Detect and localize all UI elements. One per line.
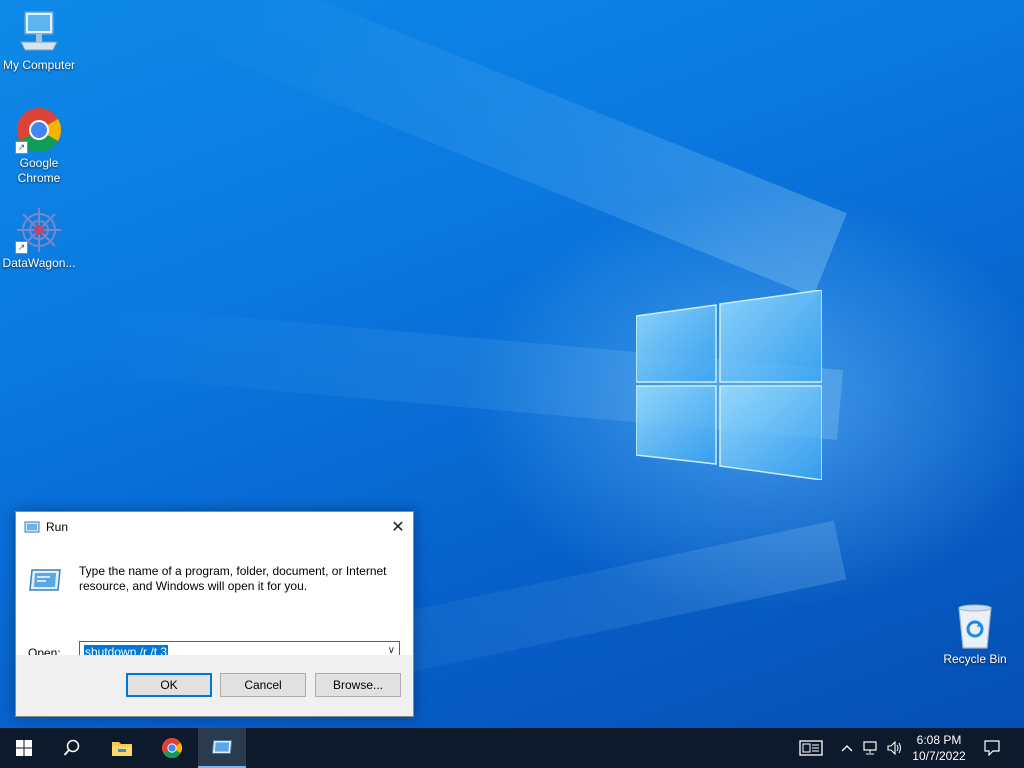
run-footer: OK Cancel Browse... (16, 655, 413, 716)
file-explorer-icon (112, 742, 132, 756)
clock-date: 10/7/2022 (912, 749, 966, 763)
taskbar-chrome[interactable] (148, 728, 196, 768)
chrome-icon: ↗ (15, 106, 63, 154)
network-icon (863, 741, 877, 755)
light-beam (182, 0, 847, 297)
volume-button[interactable] (884, 728, 906, 768)
run-body: Type the name of a program, folder, docu… (16, 542, 413, 664)
run-title: Run (46, 520, 69, 534)
shortcut-arrow-icon: ↗ (15, 241, 28, 254)
ok-button[interactable]: OK (126, 673, 212, 697)
search-button[interactable] (48, 728, 96, 768)
taskbar-run[interactable] (198, 728, 246, 768)
taskbar-file-explorer[interactable] (98, 728, 146, 768)
run-icon (211, 740, 233, 754)
chrome-icon (161, 737, 183, 759)
news-icon (799, 740, 823, 756)
cancel-button[interactable]: Cancel (220, 673, 306, 697)
action-center-button[interactable] (978, 728, 1006, 768)
desktop-icon-my-computer[interactable]: My Computer (0, 8, 78, 73)
volume-icon (887, 741, 901, 755)
show-hidden-icons-button[interactable] (838, 728, 856, 768)
desktop-icon-label: Google Chrome (17, 156, 61, 185)
desktop-icon-google-chrome[interactable]: ↗ Google Chrome (0, 106, 78, 186)
recycle-bin-icon (951, 602, 999, 650)
run-description: Type the name of a program, folder, docu… (79, 564, 387, 593)
taskbar: 6:08 PM 10/7/2022 (0, 728, 1024, 768)
windows-logo (636, 290, 822, 480)
desktop-icon-label: My Computer (2, 58, 76, 72)
shortcut-arrow-icon: ↗ (15, 141, 28, 154)
browse-button[interactable]: Browse... (315, 673, 401, 697)
news-button[interactable] (796, 728, 826, 768)
computer-icon (15, 8, 63, 56)
network-button[interactable] (860, 728, 882, 768)
run-app-icon (24, 521, 40, 533)
clock-time: 6:08 PM (916, 733, 962, 747)
taskbar-clock[interactable]: 6:08 PM 10/7/2022 (905, 732, 973, 764)
action-center-icon (984, 740, 1000, 756)
desktop-icon-datawagon[interactable]: ↗ DataWagon... (0, 206, 78, 271)
run-title-bar[interactable]: Run (16, 512, 413, 542)
desktop-icon-label: Recycle Bin (943, 652, 1007, 666)
chevron-up-icon (841, 745, 853, 752)
desktop-icon-recycle-bin[interactable]: Recycle Bin (936, 602, 1014, 667)
start-icon (16, 740, 32, 756)
run-large-icon (29, 569, 61, 591)
start-button[interactable] (0, 728, 48, 768)
run-dialog: Run ✕ Type the name of a program, folder… (15, 511, 414, 717)
datawagon-icon: ↗ (15, 206, 63, 254)
search-icon (63, 739, 80, 756)
close-icon[interactable]: ✕ (383, 512, 413, 542)
desktop-icon-label: DataWagon... (2, 256, 76, 270)
